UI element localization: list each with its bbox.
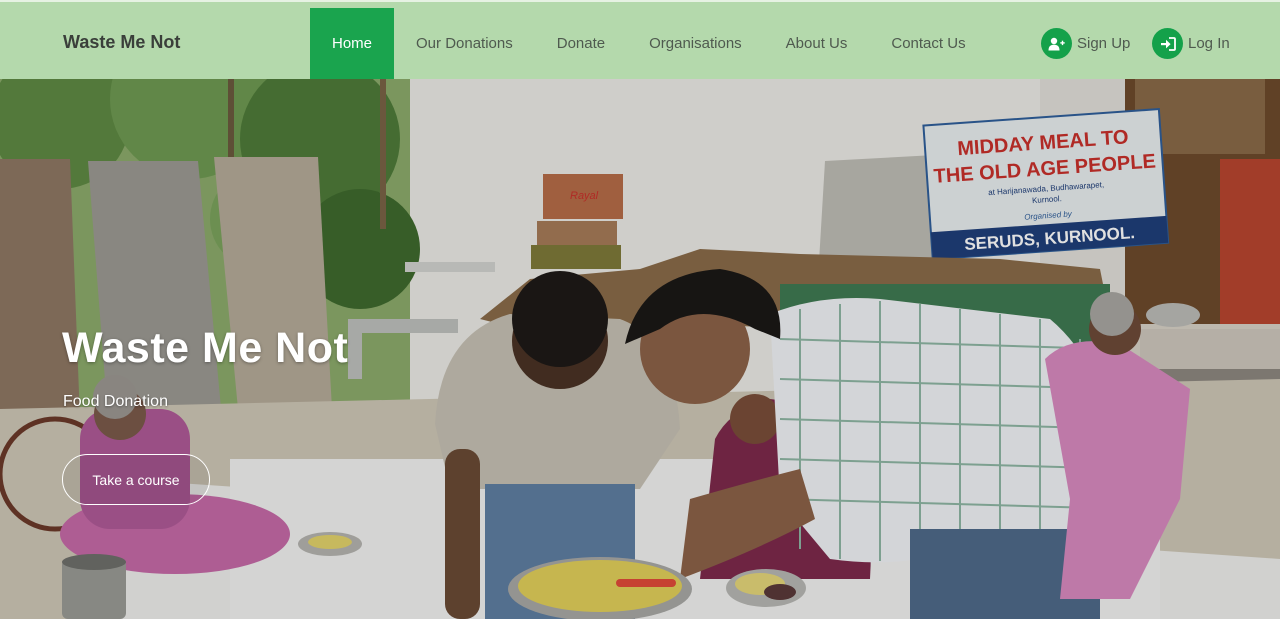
sign-up-label: Sign Up	[1077, 35, 1131, 52]
navbar: Waste Me Not Home Our Donations Donate O…	[0, 0, 1280, 80]
nav-contact-us[interactable]: Contact Us	[869, 8, 987, 79]
user-plus-icon	[1041, 28, 1072, 59]
sign-in-icon	[1152, 28, 1183, 59]
sign-up-button[interactable]: Sign Up	[1041, 28, 1130, 59]
nav-home[interactable]: Home	[310, 8, 395, 79]
hero-title: Waste Me Not	[62, 324, 349, 372]
brand-logo[interactable]: Waste Me Not	[63, 32, 180, 53]
nav-donate[interactable]: Donate	[535, 8, 627, 79]
nav-our-donations[interactable]: Our Donations	[394, 8, 535, 79]
page: Waste Me Not Home Our Donations Donate O…	[0, 0, 1280, 619]
log-in-button[interactable]: Log In	[1152, 28, 1230, 59]
nav-about-us[interactable]: About Us	[764, 8, 870, 79]
log-in-label: Log In	[1188, 35, 1230, 52]
nav-organisations[interactable]: Organisations	[627, 8, 764, 79]
nav-menu: Home Our Donations Donate Organisations …	[310, 8, 988, 79]
hero-section: MIDDAY MEAL TO THE OLD AGE PEOPLE at Har…	[0, 79, 1280, 619]
hero-subtitle: Food Donation	[63, 393, 168, 410]
take-a-course-button[interactable]: Take a course	[62, 454, 210, 505]
